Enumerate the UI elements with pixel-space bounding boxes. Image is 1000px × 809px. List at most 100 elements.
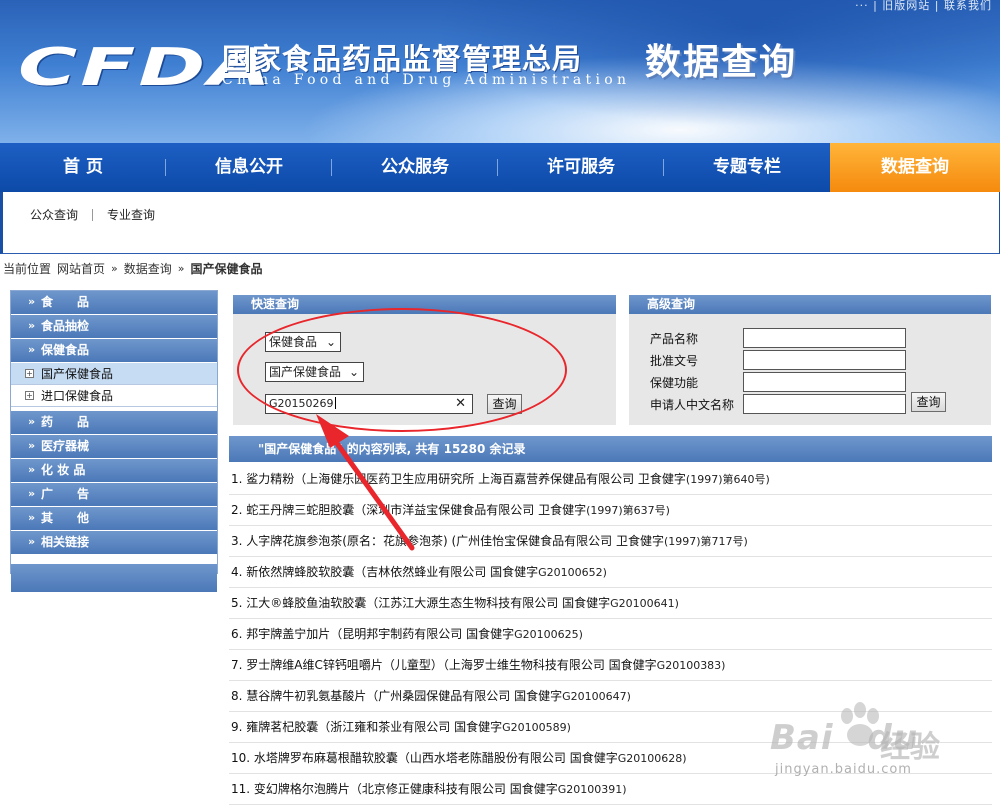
chevron-right-icon: » xyxy=(28,415,36,428)
nav-info-disclosure[interactable]: 信息公开 xyxy=(166,143,332,192)
chevron-right-icon: » xyxy=(28,343,36,356)
breadcrumb-current: 国产保健食品 xyxy=(190,262,263,276)
top-links[interactable]: ··· | 旧版网站 | 联系我们 xyxy=(855,0,992,13)
advanced-search-title: 高级查询 xyxy=(629,295,991,314)
sidebar: » 食 品 » 食品抽检 » 保健食品 + 国产保健食品 + 进口保健食品 » 药 品 » 医… xyxy=(10,290,218,592)
sidebar-item-advertising[interactable]: » 广 告 xyxy=(11,483,217,506)
list-item-text: 4. 新依然牌蜂胶软胶囊（吉林依然蜂业有限公司 国食健字 xyxy=(231,565,539,579)
list-item[interactable]: 2. 蛇王丹牌三蛇胆胶囊（深圳市洋益宝保健食品有限公司 卫食健字(1997)第6… xyxy=(229,495,992,526)
field-label-applicant-name: 申请人中文名称 xyxy=(650,398,735,412)
sidebar-item-other[interactable]: » 其 他 xyxy=(11,507,217,530)
sidebar-item-health-food[interactable]: » 保健食品 xyxy=(11,339,217,362)
chevron-right-icon: » xyxy=(28,535,36,548)
sidebar-subitem-label: 国产保健食品 xyxy=(41,367,114,381)
list-item[interactable]: 3. 人字牌花旗参泡茶(原名：花旗参泡茶) (广州佳怡宝保健食品有限公司 卫食健… xyxy=(229,526,992,557)
list-item[interactable]: 11. 变幻牌格尔泡腾片（北京修正健康科技有限公司 国食健字G20100391) xyxy=(229,774,992,805)
list-item[interactable]: 4. 新依然牌蜂胶软胶囊（吉林依然蜂业有限公司 国食健字G20100652) xyxy=(229,557,992,588)
sidebar-item-label: 食品抽检 xyxy=(41,319,90,333)
sidebar-item-related-links[interactable]: » 相关链接 xyxy=(11,531,217,554)
watermark-url: jingyan.baidu.com xyxy=(775,762,912,777)
list-item-text: 5. 江大®蜂胶鱼油软胶囊（江苏江大源生态生物科技有限公司 国食健字 xyxy=(231,596,611,610)
breadcrumb-prefix: 当前位置 xyxy=(3,262,52,276)
sidebar-item-medical-devices[interactable]: » 医疗器械 xyxy=(11,435,217,458)
nav-data-query[interactable]: 数据查询 xyxy=(830,143,1000,192)
breadcrumb-separator: » xyxy=(111,262,118,275)
advanced-search-panel: 高级查询 产品名称 批准文号 保健功能 申请人中文名称 查询 xyxy=(629,295,991,425)
sidebar-item-food[interactable]: » 食 品 xyxy=(11,291,217,314)
list-item-approval: G20100625) xyxy=(514,628,583,641)
watermark-cn: 经验 xyxy=(880,730,940,765)
nav-license-service[interactable]: 许可服务 xyxy=(498,143,664,192)
sidebar-item-food-sampling[interactable]: » 食品抽检 xyxy=(11,315,217,338)
field-label-approval-number: 批准文号 xyxy=(650,354,699,368)
approval-number-input[interactable] xyxy=(743,350,906,370)
list-item[interactable]: 5. 江大®蜂胶鱼油软胶囊（江苏江大源生态生物科技有限公司 国食健字G20100… xyxy=(229,588,992,619)
sidebar-subitem-domestic-health-food[interactable]: + 国产保健食品 xyxy=(11,363,217,385)
list-item-approval: G20100383) xyxy=(656,659,726,672)
nav-license-label: 许可服务 xyxy=(547,157,615,177)
annotation-ellipse xyxy=(237,308,567,432)
breadcrumb-home[interactable]: 网站首页 xyxy=(57,260,105,277)
results-header: "国产保健食品" 的内容列表, 共有 15280 余记录 xyxy=(229,436,992,462)
agency-name-en: China Food and Drug Administration xyxy=(222,72,631,88)
sidebar-item-label: 保健食品 xyxy=(41,343,90,357)
sub-nav: 公众查询 专业查询 xyxy=(0,192,1000,254)
list-item-text: 6. 邦宇牌盖宁加片（昆明邦宇制药有限公司 国食健字 xyxy=(231,627,515,641)
list-item[interactable]: 1. 鲨力精粉（上海健乐园医药卫生应用研究所 上海百嘉营养保健品有限公司 卫食健… xyxy=(229,464,992,495)
list-item-text: 3. 人字牌花旗参泡茶(原名：花旗参泡茶) (广州佳怡宝保健食品有限公司 卫食健… xyxy=(231,534,664,548)
subnav-professional-query[interactable]: 专业查询 xyxy=(107,206,155,223)
list-item-approval: (1997)第717号) xyxy=(663,535,748,548)
chevron-right-icon: » xyxy=(28,463,36,476)
field-label-health-function: 保健功能 xyxy=(650,376,699,390)
breadcrumb: 当前位置 网站首页 » 数据查询 » 国产保健食品 xyxy=(3,260,263,277)
advanced-search-button[interactable]: 查询 xyxy=(911,392,946,412)
list-item-text: 1. 鲨力精粉（上海健乐园医药卫生应用研究所 上海百嘉营养保健品有限公司 卫食健… xyxy=(231,472,686,486)
nav-info-label: 信息公开 xyxy=(215,157,283,177)
applicant-name-input[interactable] xyxy=(743,394,906,414)
list-item-approval: G20100391) xyxy=(557,783,627,796)
sidebar-footer xyxy=(11,564,217,592)
list-item-approval: G20100628) xyxy=(617,752,687,765)
nav-data-label: 数据查询 xyxy=(881,157,949,177)
sidebar-item-cosmetics[interactable]: » 化 妆 品 xyxy=(11,459,217,482)
list-item-text: 2. 蛇王丹牌三蛇胆胶囊（深圳市洋益宝保健食品有限公司 卫食健字 xyxy=(231,503,587,517)
health-function-input[interactable] xyxy=(743,372,906,392)
sidebar-item-label: 药 品 xyxy=(41,415,90,429)
nav-home[interactable]: 首 页 xyxy=(0,143,166,192)
sidebar-item-label: 其 他 xyxy=(41,511,90,525)
expand-box-icon: + xyxy=(25,369,34,378)
product-name-input[interactable] xyxy=(743,328,906,348)
site-banner: ··· | 旧版网站 | 联系我们 CFDA 国家食品药品监督管理总局 Chin… xyxy=(0,0,1000,143)
breadcrumb-separator: » xyxy=(177,262,185,275)
chevron-right-icon: » xyxy=(28,319,36,332)
list-item-text: 9. 雍牌茗杞胶囊（浙江雍和茶业有限公司 国食健字 xyxy=(231,720,503,734)
sidebar-item-label: 化 妆 品 xyxy=(41,463,86,477)
subnav-public-query[interactable]: 公众查询 xyxy=(30,206,78,223)
nav-special-topics[interactable]: 专题专栏 xyxy=(664,143,830,192)
list-item-approval: G20100589) xyxy=(502,721,571,734)
list-item-approval: G20100652) xyxy=(538,566,607,579)
sidebar-subitem-imported-health-food[interactable]: + 进口保健食品 xyxy=(11,385,217,407)
breadcrumb-data-query[interactable]: 数据查询 xyxy=(124,260,172,277)
chevron-right-icon: » xyxy=(28,439,36,452)
field-label-product-name: 产品名称 xyxy=(650,332,699,346)
list-item-text: 8. 慧谷牌牛初乳氨基酸片（广州桑园保健品有限公司 国食健字 xyxy=(231,689,563,703)
sidebar-subitem-label: 进口保健食品 xyxy=(41,389,114,403)
chevron-right-icon: » xyxy=(28,511,36,524)
list-item-approval: G20100647) xyxy=(562,690,631,703)
nav-topics-label: 专题专栏 xyxy=(713,157,781,177)
list-item[interactable]: 7. 罗士牌维A维C锌钙咀嚼片（儿童型）（上海罗士维生物科技有限公司 国食健字G… xyxy=(229,650,992,681)
nav-public-label: 公众服务 xyxy=(381,157,449,177)
list-item-approval: (1997)第637号) xyxy=(586,504,670,517)
nav-public-service[interactable]: 公众服务 xyxy=(332,143,498,192)
list-item-text: 10. 水塔牌罗布麻葛根醋软胶囊（山西水塔老陈醋股份有限公司 国食健字 xyxy=(231,751,618,765)
subnav-separator xyxy=(92,208,94,221)
list-item[interactable]: 6. 邦宇牌盖宁加片（昆明邦宇制药有限公司 国食健字G20100625) xyxy=(229,619,992,650)
list-item-text: 7. 罗士牌维A维C锌钙咀嚼片（儿童型）（上海罗士维生物科技有限公司 国食健字 xyxy=(231,658,657,672)
sidebar-item-label: 医疗器械 xyxy=(41,439,90,453)
nav-home-label: 首 页 xyxy=(63,157,103,177)
sidebar-item-label: 广 告 xyxy=(41,487,90,501)
chevron-right-icon: » xyxy=(28,295,36,308)
sidebar-item-drugs[interactable]: » 药 品 xyxy=(11,411,217,434)
main-nav: 首 页 信息公开 公众服务 许可服务 专题专栏 数据查询 xyxy=(0,143,1000,192)
